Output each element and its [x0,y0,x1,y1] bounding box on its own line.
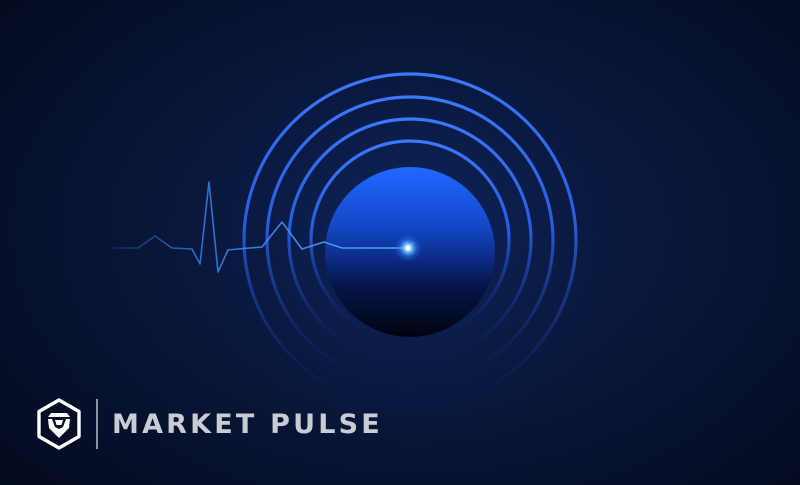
crypto-lion-shield-icon [37,398,81,450]
banner-canvas: MARKET PULSE [0,0,800,485]
brand-title: MARKET PULSE [112,408,383,440]
pulse-core-dot [405,245,411,251]
brand-divider [96,399,98,449]
brand-lockup: MARKET PULSE [36,398,383,450]
